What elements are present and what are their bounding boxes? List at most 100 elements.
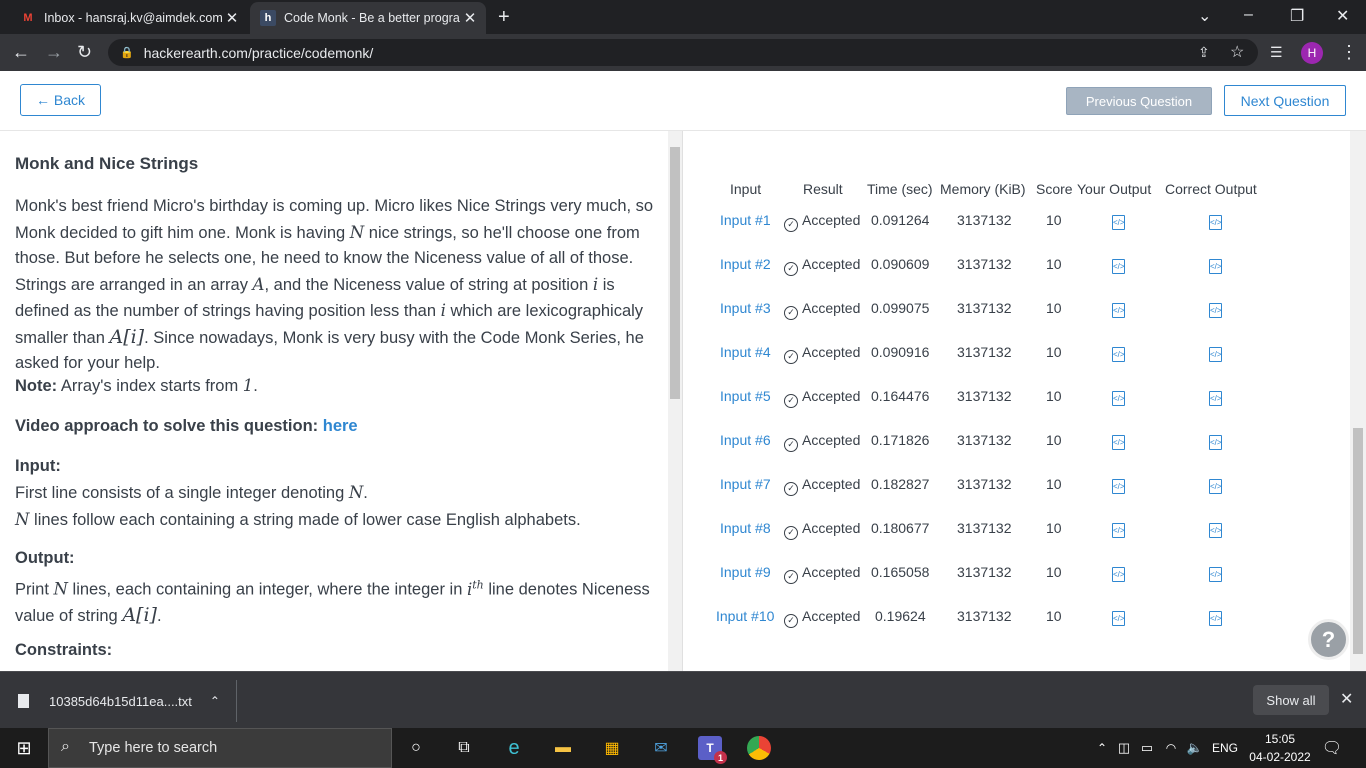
input-link[interactable]: Input #7 xyxy=(720,476,771,492)
show-all-button[interactable]: Show all xyxy=(1253,685,1329,715)
input-link[interactable]: Input #3 xyxy=(720,300,771,316)
restore-icon[interactable]: ❐ xyxy=(1290,6,1304,26)
input-link[interactable]: Input #9 xyxy=(720,564,771,580)
close-icon[interactable]: ✕ xyxy=(1340,689,1353,709)
correct-output-code-icon[interactable]: </> xyxy=(1209,608,1222,626)
your-output-code-icon[interactable]: </> xyxy=(1112,476,1125,494)
volume-icon[interactable]: 🔈 xyxy=(1183,736,1207,760)
teams-icon[interactable]: T1 xyxy=(698,736,727,764)
check-circle-icon: ✓ xyxy=(784,526,798,540)
correct-output-code-icon[interactable]: </> xyxy=(1209,388,1222,406)
correct-output-code-icon[interactable]: </> xyxy=(1209,520,1222,538)
correct-output-code-icon[interactable]: </> xyxy=(1209,300,1222,318)
your-output-code-icon[interactable]: </> xyxy=(1112,432,1125,450)
window-close-icon[interactable]: ✕ xyxy=(1336,6,1349,26)
task-view-icon[interactable]: ⧉ xyxy=(452,736,476,760)
memory-cell: 3137132 xyxy=(957,388,1012,404)
profile-avatar[interactable]: H xyxy=(1301,42,1323,64)
check-circle-icon: ✓ xyxy=(784,614,798,628)
input-link[interactable]: Input #1 xyxy=(720,212,771,228)
correct-output-code-icon[interactable]: </> xyxy=(1209,476,1222,494)
video-link[interactable]: here xyxy=(323,417,358,435)
mail-icon[interactable]: ✉ xyxy=(649,736,673,760)
forward-arrow-icon[interactable]: → xyxy=(45,42,63,63)
tab-search-chevron-icon[interactable]: ⌄ xyxy=(1198,6,1211,26)
bookmark-star-icon[interactable]: ☆ xyxy=(1230,42,1244,62)
memory-cell: 3137132 xyxy=(957,256,1012,272)
back-arrow-icon[interactable]: ← xyxy=(12,42,30,63)
meet-now-icon[interactable]: ◫ xyxy=(1112,736,1136,760)
correct-output-code-icon[interactable]: </> xyxy=(1209,564,1222,582)
your-output-code-icon[interactable]: </> xyxy=(1112,212,1125,230)
score-cell: 10 xyxy=(1046,432,1062,448)
store-icon[interactable]: ▦ xyxy=(600,736,624,760)
windows-start-icon[interactable]: ⊞ xyxy=(12,736,36,760)
menu-dots-icon[interactable]: ⋮ xyxy=(1340,42,1358,63)
help-button[interactable]: ? xyxy=(1308,619,1349,660)
reload-icon[interactable]: ↻ xyxy=(77,42,92,63)
language-indicator[interactable]: ENG xyxy=(1210,736,1240,760)
previous-question-button[interactable]: Previous Question xyxy=(1066,87,1212,115)
chevron-up-icon[interactable]: ⌃ xyxy=(210,694,220,708)
time-cell: 0.090609 xyxy=(871,256,930,272)
time-cell: 0.171826 xyxy=(871,432,930,448)
problem-description: Monk's best friend Micro's birthday is c… xyxy=(15,197,654,372)
address-bar[interactable]: 🔒 hackerearth.com/practice/codemonk/ xyxy=(108,39,1258,66)
notifications-icon[interactable]: 🗨 xyxy=(1320,736,1344,760)
input-link[interactable]: Input #6 xyxy=(720,432,771,448)
tray-chevron-icon[interactable]: ⌃ xyxy=(1090,736,1114,760)
your-output-code-icon[interactable]: </> xyxy=(1112,300,1125,318)
correct-output-code-icon[interactable]: </> xyxy=(1209,212,1222,230)
check-circle-icon: ✓ xyxy=(784,218,798,232)
your-output-code-icon[interactable]: </> xyxy=(1112,520,1125,538)
tab-code-monk[interactable]: h Code Monk - Be a better program ✕ xyxy=(250,2,486,34)
time-cell: 0.165058 xyxy=(871,564,930,580)
tab-gmail-inbox[interactable]: M Inbox - hansraj.kv@aimdek.com ✕ xyxy=(8,2,248,34)
input-link[interactable]: Input #8 xyxy=(720,520,771,536)
check-circle-icon: ✓ xyxy=(784,394,798,408)
constraints-heading: Constraints: xyxy=(15,641,113,659)
wifi-icon[interactable]: ◠ xyxy=(1159,736,1183,760)
new-tab-icon[interactable]: + xyxy=(498,6,510,29)
next-question-button[interactable]: Next Question xyxy=(1224,85,1346,116)
check-circle-icon: ✓ xyxy=(784,570,798,584)
your-output-code-icon[interactable]: </> xyxy=(1112,608,1125,626)
your-output-code-icon[interactable]: </> xyxy=(1112,256,1125,274)
problem-note: Note: Array's index starts from 1. xyxy=(15,376,258,395)
minimize-icon[interactable]: – xyxy=(1244,6,1253,24)
your-output-code-icon[interactable]: </> xyxy=(1112,344,1125,362)
tab-close-icon[interactable]: ✕ xyxy=(460,9,480,27)
tab-close-icon[interactable]: ✕ xyxy=(222,9,242,27)
results-scrollbar[interactable] xyxy=(1350,131,1366,671)
correct-output-code-icon[interactable]: </> xyxy=(1209,344,1222,362)
input-heading: Input: xyxy=(15,457,61,475)
correct-output-code-icon[interactable]: </> xyxy=(1209,432,1222,450)
problem-scrollbar[interactable] xyxy=(668,131,683,671)
memory-cell: 3137132 xyxy=(957,212,1012,228)
clock-time: 15:05 xyxy=(1264,732,1296,746)
download-item[interactable]: 10385d64b15d11ea....txt ⌃ xyxy=(18,684,220,718)
battery-icon[interactable]: ▭ xyxy=(1135,736,1159,760)
reading-list-icon[interactable]: ☰ xyxy=(1270,44,1283,61)
share-icon[interactable]: ⇪ xyxy=(1198,44,1210,61)
input-link[interactable]: Input #5 xyxy=(720,388,771,404)
back-button[interactable]: ← Back xyxy=(20,84,101,116)
file-explorer-icon[interactable]: ▬ xyxy=(551,736,575,760)
input-link[interactable]: Input #4 xyxy=(720,344,771,360)
result-cell: ✓ Accepted xyxy=(784,212,860,232)
input-link[interactable]: Input #2 xyxy=(720,256,771,272)
hackerearth-icon: h xyxy=(260,10,276,26)
input-description: First line consists of a single integer … xyxy=(15,483,581,529)
check-circle-icon: ✓ xyxy=(784,438,798,452)
cortana-icon[interactable]: ○ xyxy=(404,736,428,760)
chrome-icon[interactable] xyxy=(747,736,771,760)
system-clock[interactable]: 15:05 04-02-2022 xyxy=(1240,730,1320,766)
edge-icon[interactable]: e xyxy=(502,736,526,760)
scrollbar-thumb[interactable] xyxy=(1353,428,1363,654)
input-link[interactable]: Input #10 xyxy=(716,608,774,624)
taskbar-search-box[interactable]: ⌕ Type here to search xyxy=(48,728,392,768)
scrollbar-thumb[interactable] xyxy=(670,147,680,399)
correct-output-code-icon[interactable]: </> xyxy=(1209,256,1222,274)
your-output-code-icon[interactable]: </> xyxy=(1112,564,1125,582)
your-output-code-icon[interactable]: </> xyxy=(1112,388,1125,406)
